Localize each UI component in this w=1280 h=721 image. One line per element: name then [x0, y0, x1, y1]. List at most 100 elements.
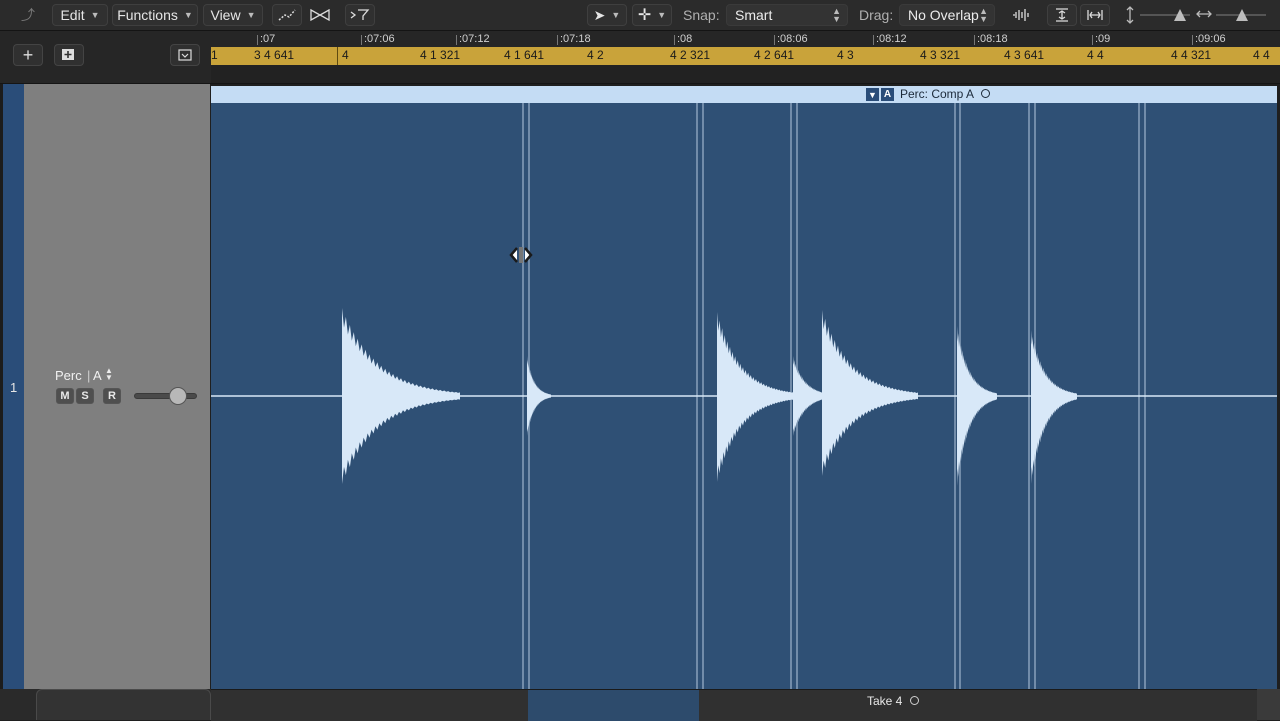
pointer-tool-icon: ➤	[593, 6, 606, 23]
track-number: 1	[10, 380, 18, 395]
toolbar: ⤴ Edit ▼ Functions ▼ View ▼ ➤ ▼ ✛ ▼ Snap: Sma…	[0, 0, 1280, 31]
time-tick-label: :08	[673, 33, 693, 45]
marquee-tool-icon: ✛	[637, 7, 652, 24]
drum-hit-transient	[822, 310, 918, 476]
automation-button[interactable]	[272, 4, 302, 26]
mute-button[interactable]: M	[56, 388, 74, 404]
time-tick-label: :07	[256, 33, 276, 45]
take-folder-letter[interactable]: A	[93, 368, 102, 383]
slider-thumb[interactable]	[1236, 9, 1248, 21]
volume-slider[interactable]	[134, 387, 197, 405]
bar-tick-label: 4 2 641	[754, 48, 795, 62]
chevron-down-icon: ▼	[90, 10, 100, 20]
audio-region[interactable]: ▼ A Perc: Comp A	[211, 86, 1277, 689]
snap-value: Smart	[735, 7, 773, 23]
track-name[interactable]: Perc	[55, 368, 82, 383]
take-lane[interactable]: Take 4	[211, 689, 1257, 721]
chevron-down-icon: ▼	[183, 10, 193, 20]
take-selection[interactable]	[528, 690, 699, 721]
up-down-icon: ▲ ▼	[979, 6, 988, 24]
take-options-icon[interactable]	[910, 696, 919, 705]
bar-tick-label: 4 3	[837, 48, 854, 62]
view-menu[interactable]: View ▼	[203, 4, 263, 26]
time-tick-label: :07:12	[456, 33, 490, 45]
fit-vertical-button[interactable]	[1047, 4, 1077, 26]
time-tick-label: :07:18	[557, 33, 591, 45]
bar-tick-label: 4 1 321	[420, 48, 461, 62]
vertical-zoom-slider[interactable]	[1140, 9, 1190, 21]
flex-icon	[310, 8, 330, 22]
waveform-icon	[1013, 9, 1029, 21]
chevron-down-icon: ▼	[657, 10, 667, 20]
solo-button[interactable]: S	[76, 388, 94, 404]
plus-icon: +	[22, 45, 34, 65]
waveform	[211, 103, 1277, 689]
drag-value: No Overlap	[908, 7, 979, 23]
drag-select[interactable]: No Overlap ▲ ▼	[899, 4, 995, 26]
catch-button[interactable]	[345, 4, 375, 26]
timeline-ruler[interactable]: :07:07:06:07:12:07:18:08:08:06:08:12:08:…	[211, 31, 1280, 84]
bar-tick-label: 3 4 641	[254, 48, 295, 62]
right-tool-select[interactable]: ✛ ▼	[632, 4, 672, 26]
catch-playhead-button[interactable]	[170, 44, 200, 66]
filter-icon	[350, 9, 370, 20]
edit-menu[interactable]: Edit ▼	[52, 4, 108, 26]
time-tick-label: :08:18	[974, 33, 1008, 45]
record-enable-button[interactable]: R	[103, 388, 121, 404]
snap-label: Snap:	[683, 7, 720, 23]
up-down-icon[interactable]: ▲ ▼	[105, 367, 113, 382]
fit-horizontal-button[interactable]	[1080, 4, 1110, 26]
edit-menu-label: Edit	[60, 7, 85, 23]
chevron-down-icon: ▼	[611, 10, 621, 20]
back-button[interactable]: ⤴	[13, 4, 43, 26]
slider-thumb[interactable]	[1174, 9, 1186, 21]
left-tool-select[interactable]: ➤ ▼	[587, 4, 627, 26]
track-header[interactable]: Perc | A ▲ ▼ M S R	[24, 84, 210, 689]
region-header[interactable]: ▼ A Perc: Comp A	[211, 86, 1277, 103]
horizontal-zoom-icon	[1196, 7, 1212, 26]
marker-lane[interactable]	[211, 65, 1280, 83]
quick-swipe-comping-icon[interactable]	[981, 89, 990, 98]
take-header-slot	[36, 689, 211, 720]
volume-knob[interactable]	[169, 387, 187, 405]
track-list-footer	[0, 689, 211, 720]
new-track-duplicate-button[interactable]	[54, 44, 84, 66]
waveform-zoom-button[interactable]	[1006, 4, 1036, 26]
resize-cursor-icon	[508, 245, 534, 270]
drum-hit-transient	[957, 326, 997, 486]
time-tick-label: :09	[1091, 33, 1111, 45]
bar-tick-label: 4 1 641	[504, 48, 545, 62]
take-label[interactable]: Take 4	[867, 694, 902, 708]
bar-ruler[interactable]: 1 3 4 641 4 4 1 321 4 1 641 4 2 4 2 321 4 2 641…	[211, 47, 1280, 65]
time-tick-label: :08:06	[774, 33, 808, 45]
time-tick-label: :09:06	[1192, 33, 1226, 45]
functions-menu[interactable]: Functions ▼	[112, 4, 198, 26]
time-ruler[interactable]: :07:07:06:07:12:07:18:08:08:06:08:12:08:…	[211, 31, 1280, 47]
bar-tick-label: 1	[211, 48, 218, 62]
drum-hit-transient	[1031, 330, 1077, 484]
drag-label: Drag:	[859, 7, 894, 23]
track-number-column[interactable]: 1	[3, 84, 24, 689]
bar-tick-label: 4 2 321	[670, 48, 711, 62]
fit-vertical-icon	[1056, 8, 1068, 22]
drum-hit-transient	[527, 356, 551, 436]
bar-tick-label: 4	[342, 48, 349, 62]
horizontal-zoom-slider[interactable]	[1216, 9, 1266, 21]
region-name: Perc: Comp A	[900, 87, 975, 101]
chevron-down-icon: ▼	[246, 10, 256, 20]
back-arrow-icon: ⤴	[21, 7, 35, 23]
functions-menu-label: Functions	[117, 7, 178, 23]
bar-tick-label: 4 3 641	[1004, 48, 1045, 62]
vertical-zoom-icon	[1124, 6, 1136, 29]
flex-button[interactable]	[306, 4, 334, 26]
scrollbar[interactable]	[1257, 689, 1280, 720]
snap-select[interactable]: Smart ▲ ▼	[726, 4, 848, 26]
take-folder-disclosure-icon[interactable]: ▼	[866, 88, 879, 101]
fit-horizontal-icon	[1087, 10, 1103, 20]
bar-tick-label: 4 4	[1253, 48, 1270, 62]
bar-tick-label: 4 4 321	[1171, 48, 1212, 62]
take-divider: |	[87, 368, 91, 383]
add-track-button[interactable]: +	[13, 44, 43, 66]
take-folder-badge[interactable]: A	[881, 88, 894, 101]
time-tick-label: :07:06	[361, 33, 395, 45]
